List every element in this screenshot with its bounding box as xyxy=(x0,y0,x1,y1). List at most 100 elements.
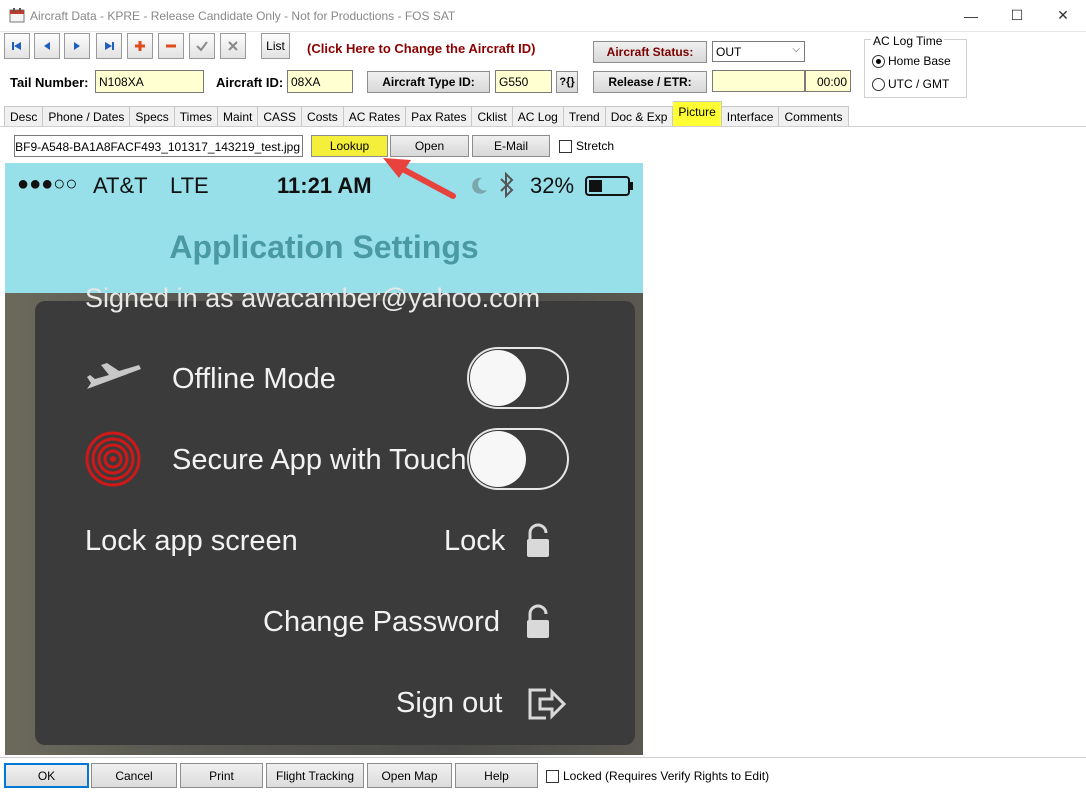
lock-open-icon xyxy=(527,523,549,557)
locked-label: Locked (Requires Verify Rights to Edit) xyxy=(563,769,770,783)
plus-icon xyxy=(135,41,145,51)
phone-screen-title: Application Settings xyxy=(169,229,479,265)
tab-comments[interactable]: Comments xyxy=(779,106,849,127)
utc-gmt-label: UTC / GMT xyxy=(888,77,950,91)
home-base-radio[interactable]: Home Base xyxy=(872,54,951,68)
tab-picture[interactable]: Picture xyxy=(673,101,722,127)
aircraft-status-value: OUT xyxy=(716,45,742,59)
aircraft-type-id-field[interactable]: G550 xyxy=(495,70,552,93)
x-icon xyxy=(228,41,238,51)
tab-cklist[interactable]: Cklist xyxy=(472,106,513,127)
tab-ac-rates[interactable]: AC Rates xyxy=(343,106,407,127)
tab-phone-dates[interactable]: Phone / Dates xyxy=(43,106,131,127)
battery-icon xyxy=(585,176,633,196)
tab-interface[interactable]: Interface xyxy=(721,106,780,127)
close-button[interactable]: ✕ xyxy=(1040,0,1086,31)
release-etr-button[interactable]: Release / ETR: xyxy=(593,71,707,93)
open-map-button[interactable]: Open Map xyxy=(367,763,452,788)
maximize-button[interactable]: ☐ xyxy=(994,0,1040,31)
battery-percent: 32% xyxy=(530,173,575,198)
previous-icon xyxy=(44,42,50,50)
phone-time: 11:21 AM xyxy=(277,173,372,198)
last-icon xyxy=(105,42,114,50)
annotation-arrow-icon xyxy=(383,158,456,199)
tab-specs[interactable]: Specs xyxy=(130,106,175,127)
utc-gmt-radio[interactable]: UTC / GMT xyxy=(872,77,949,91)
lock-open-icon xyxy=(527,604,549,638)
phone-status-bar: ●●●○○ AT&T LTE 11:21 AM 32% xyxy=(5,163,643,208)
moon-icon xyxy=(472,177,487,194)
stretch-label: Stretch xyxy=(576,139,615,153)
radio-selected-icon xyxy=(872,54,885,68)
sign-out-icon xyxy=(528,688,567,720)
type-help-button[interactable]: ?{} xyxy=(556,71,578,93)
tab-desc[interactable]: Desc xyxy=(4,106,44,127)
minimize-button[interactable]: — xyxy=(948,0,994,31)
checkbox-icon xyxy=(546,769,559,783)
checkmark-icon xyxy=(196,41,208,52)
lock-value: Lock xyxy=(444,525,506,557)
previous-record-button[interactable] xyxy=(34,33,60,59)
home-base-label: Home Base xyxy=(888,54,951,68)
tail-number-label: Tail Number: xyxy=(10,75,89,90)
ac-log-time-title: AC Log Time xyxy=(871,34,945,48)
ok-button[interactable]: OK xyxy=(4,763,89,788)
secure-app-label: Secure App with Touch xyxy=(172,444,467,476)
change-password-label: Change Password xyxy=(263,606,500,638)
checkbox-icon xyxy=(559,139,572,153)
tab-strip: Desc Phone / Dates Specs Times Maint CAS… xyxy=(4,101,849,127)
first-icon xyxy=(12,42,21,50)
print-button[interactable]: Print xyxy=(180,763,263,788)
help-button[interactable]: Help xyxy=(455,763,538,788)
title-bar: Aircraft Data - KPRE - Release Candidate… xyxy=(0,0,1086,31)
stretch-checkbox[interactable]: Stretch xyxy=(559,139,614,153)
radio-unselected-icon xyxy=(872,77,885,91)
tab-maint[interactable]: Maint xyxy=(218,106,259,127)
tab-ac-log[interactable]: AC Log xyxy=(512,106,564,127)
tab-cass[interactable]: CASS xyxy=(258,106,303,127)
tail-number-field[interactable]: N108XA xyxy=(95,70,204,93)
flight-tracking-button[interactable]: Flight Tracking xyxy=(266,763,364,788)
secure-app-wrapper: Secure App with Touch xyxy=(172,444,472,477)
signal-dots: ●●●○○ xyxy=(17,173,78,195)
first-record-button[interactable] xyxy=(4,33,30,59)
fingerprint-icon xyxy=(85,431,141,487)
cancel-edit-button[interactable] xyxy=(220,33,246,59)
tab-times[interactable]: Times xyxy=(174,106,218,127)
chevron-down-icon: ⌵ xyxy=(792,44,800,55)
list-button[interactable]: List xyxy=(261,33,290,59)
secure-app-toggle xyxy=(467,428,569,490)
email-button[interactable]: E-Mail xyxy=(472,135,550,157)
delete-record-button[interactable] xyxy=(158,33,184,59)
picture-path-field[interactable]: C-4BF9-A548-BA1A8FACF493_101317_143219_t… xyxy=(14,135,303,157)
tab-pax-rates[interactable]: Pax Rates xyxy=(406,106,473,127)
signed-in-label: Signed in as awacamber@yahoo.com xyxy=(85,283,541,313)
add-record-button[interactable] xyxy=(127,33,153,59)
save-record-button[interactable] xyxy=(189,33,215,59)
release-time-field[interactable]: 00:00 xyxy=(805,70,851,92)
title-divider xyxy=(0,31,1086,32)
window-title: Aircraft Data - KPRE - Release Candidate… xyxy=(30,9,456,23)
aircraft-id-field[interactable]: 08XA xyxy=(287,70,353,93)
tab-trend[interactable]: Trend xyxy=(563,106,606,127)
bluetooth-icon xyxy=(500,171,514,199)
bottom-divider xyxy=(0,757,1086,758)
release-date-field[interactable] xyxy=(712,70,805,92)
aircraft-type-id-button[interactable]: Aircraft Type ID: xyxy=(367,71,490,93)
lock-screen-label: Lock app screen xyxy=(85,525,298,557)
tab-doc-exp[interactable]: Doc & Exp xyxy=(605,106,674,127)
locked-checkbox[interactable]: Locked (Requires Verify Rights to Edit) xyxy=(546,769,769,783)
cancel-button[interactable]: Cancel xyxy=(91,763,177,788)
next-icon xyxy=(74,42,80,50)
change-aircraft-id-link[interactable]: (Click Here to Change the Aircraft ID) xyxy=(307,41,536,56)
next-record-button[interactable] xyxy=(64,33,90,59)
airplane-icon xyxy=(87,363,141,389)
picture-path-text: C-4BF9-A548-BA1A8FACF493_101317_143219_t… xyxy=(14,140,300,154)
aircraft-status-select[interactable]: OUT ⌵ xyxy=(712,41,805,62)
tab-divider xyxy=(0,126,1086,127)
last-record-button[interactable] xyxy=(96,33,122,59)
aircraft-status-button[interactable]: Aircraft Status: xyxy=(593,41,707,63)
app-calendar-icon xyxy=(9,8,25,23)
tab-costs[interactable]: Costs xyxy=(302,106,344,127)
offline-mode-label: Offline Mode xyxy=(172,363,336,395)
